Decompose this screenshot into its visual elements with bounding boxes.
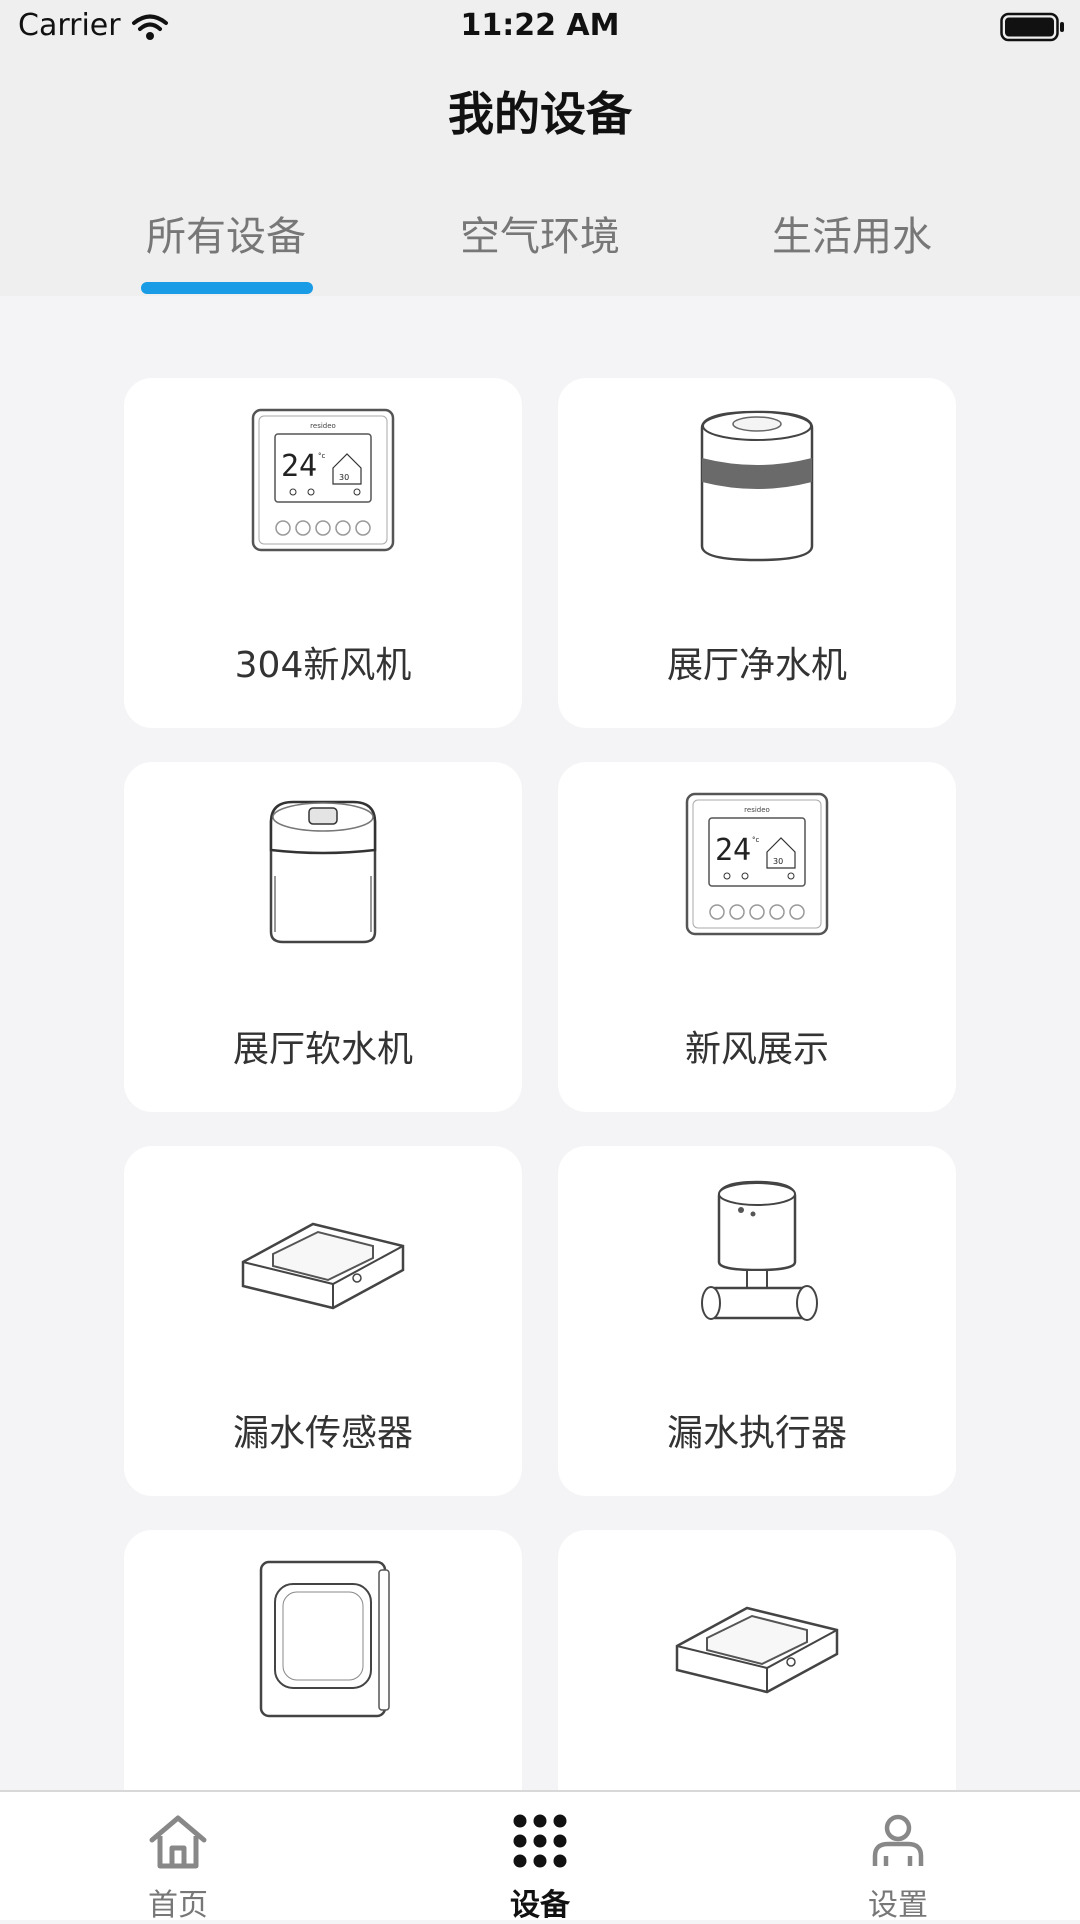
tab-all-devices[interactable]: 所有设备 [96,204,356,262]
device-card[interactable]: resideo 24 °c 30 304新风机 [124,378,522,728]
svg-text:24: 24 [715,833,751,868]
svg-text:30: 30 [773,857,783,866]
leak-sensor-icon [675,1606,839,1694]
tab-air-environment[interactable]: 空气环境 [410,204,670,262]
grid-dots-icon [513,1814,567,1868]
water-softener-icon [269,800,377,944]
device-card[interactable]: 漏水传感器 [124,1146,522,1496]
tabbar-label: 设备 [510,1888,570,1923]
home-icon [149,1815,207,1869]
tab-domestic-water[interactable]: 生活用水 [722,204,982,262]
svg-text:30: 30 [339,473,349,482]
device-name: 展厅软水机 [232,1029,413,1070]
device-card[interactable]: 漏水执行器 [558,1146,956,1496]
device-name: 304新风机 [234,645,412,686]
water-purifier-icon [700,410,814,562]
svg-text:°c: °c [318,452,326,460]
tabbar-settings[interactable]: 设置 [798,1792,998,1923]
page-title: 我的设备 [448,87,632,141]
svg-text:°c: °c [752,836,760,844]
device-card[interactable]: resideo 24 °c 30 新风展示 [558,762,956,1112]
device-card[interactable] [124,1530,522,1790]
device-name: 展厅净水机 [666,645,847,686]
clock: 11:22 AM [460,8,620,43]
svg-text:resideo: resideo [310,422,336,430]
tabbar-label: 设置 [868,1888,928,1923]
device-name: 漏水执行器 [666,1413,847,1454]
device-grid: resideo 24 °c 30 304新风机 展厅净水机 展厅软水机 resi… [124,378,956,1790]
tab-active-indicator [141,282,313,294]
valve-actuator-icon [701,1180,818,1321]
battery-icon [1000,12,1064,42]
svg-text:24: 24 [281,449,317,484]
status-bar: Carrier 11:22 AM [0,0,1080,56]
thermostat-panel-icon: resideo 24 °c 30 [251,408,395,552]
thermostat-panel-icon: resideo 24 °c 30 [685,792,829,936]
tabbar-home[interactable]: 首页 [78,1792,278,1923]
svg-text:resideo: resideo [744,806,770,814]
device-name: 漏水传感器 [232,1413,413,1454]
device-card[interactable]: 展厅软水机 [124,762,522,1112]
bottom-tab-bar: 首页 设备 设置 [0,1790,1080,1923]
device-name: 新风展示 [684,1029,829,1070]
wall-panel-icon [259,1560,390,1718]
tabbar-label: 首页 [148,1888,208,1923]
person-icon [872,1814,924,1866]
nav-header: 我的设备 所有设备 空气环境 生活用水 [0,56,1080,296]
device-card[interactable] [558,1530,956,1790]
device-card[interactable]: 展厅净水机 [558,378,956,728]
tabbar-devices[interactable]: 设备 [440,1792,640,1923]
leak-sensor-icon [241,1222,405,1310]
